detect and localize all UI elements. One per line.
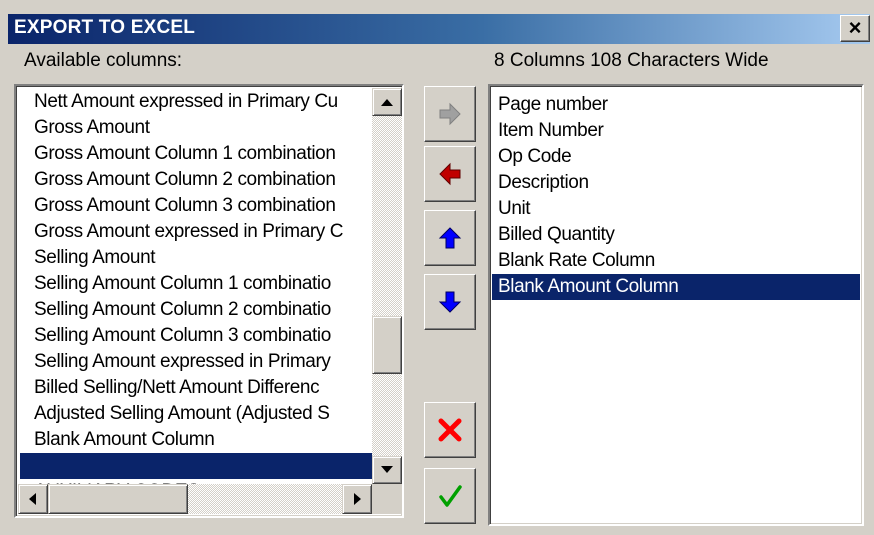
list-item[interactable]: Selling Amount Column 2 combinatio [20,297,372,323]
move-down-button[interactable] [424,274,476,330]
list-item[interactable]: Description [492,170,860,196]
window-title: EXPORT TO EXCEL [14,17,196,38]
scroll-down-button[interactable] [372,456,402,484]
available-items: Nett Amount expressed in Primary Cu Gross… [20,89,372,484]
hscroll-thumb[interactable] [48,484,188,514]
scroll-right-button[interactable] [342,484,372,514]
list-item[interactable]: Gross Amount [20,115,372,141]
available-columns-label: Available columns: [24,50,183,71]
list-item[interactable] [20,453,372,479]
list-item[interactable]: Item Number [492,118,860,144]
list-item[interactable]: Page number [492,92,860,118]
triangle-right-icon [354,493,361,505]
ok-button[interactable] [424,468,476,524]
list-item[interactable]: Gross Amount Column 3 combination [20,193,372,219]
selected-columns-list[interactable]: Page number Item Number Op Code Description… [488,84,864,526]
export-dialog: EXPORT TO EXCEL × Available columns: 8 C… [0,0,874,535]
list-item[interactable]: Blank Amount Column [20,427,372,453]
red-x-icon [438,418,462,442]
arrow-up-icon [438,227,462,249]
selected-columns-summary: 8 Columns 108 Characters Wide [494,50,769,71]
list-item[interactable]: Unit [492,196,860,222]
green-check-icon [439,485,462,507]
list-item[interactable]: Selling Amount Column 3 combinatio [20,323,372,349]
list-item[interactable]: Blank Amount Column [492,274,860,300]
triangle-left-icon [29,493,36,505]
list-item[interactable]: Op Code [492,144,860,170]
triangle-up-icon [381,99,393,106]
selected-items: Page number Item Number Op Code Description… [492,92,860,300]
list-item[interactable]: Nett Amount expressed in Primary Cu [20,89,372,115]
scroll-up-button[interactable] [372,88,402,116]
close-button[interactable]: × [840,15,870,42]
scroll-corner [372,484,402,514]
title-bar: EXPORT TO EXCEL × [8,14,870,44]
list-item[interactable]: Selling Amount [20,245,372,271]
horizontal-scrollbar[interactable] [18,484,372,514]
list-item[interactable]: Billed Selling/Nett Amount Differenc [20,375,372,401]
list-item[interactable]: Selling Amount Column 1 combinatio [20,271,372,297]
triangle-down-icon [381,466,393,473]
scroll-left-button[interactable] [18,484,48,514]
delete-button[interactable] [424,402,476,458]
list-item[interactable]: Adjusted Selling Amount (Adjusted S [20,401,372,427]
list-item[interactable]: Gross Amount Column 2 combination [20,167,372,193]
arrow-left-icon [439,162,461,186]
list-item[interactable]: Blank Rate Column [492,248,860,274]
move-up-button[interactable] [424,210,476,266]
add-column-button[interactable] [424,86,476,142]
list-item[interactable]: Gross Amount expressed in Primary C [20,219,372,245]
list-item[interactable]: Selling Amount expressed in Primary [20,349,372,375]
vertical-scrollbar[interactable] [372,88,402,484]
arrow-right-icon [439,102,461,126]
list-item[interactable]: Billed Quantity [492,222,860,248]
arrow-down-icon [438,291,462,313]
available-columns-list[interactable]: Nett Amount expressed in Primary Cu Gross… [14,84,404,518]
scroll-thumb[interactable] [372,316,402,374]
list-item[interactable]: Gross Amount Column 1 combination [20,141,372,167]
remove-column-button[interactable] [424,146,476,202]
